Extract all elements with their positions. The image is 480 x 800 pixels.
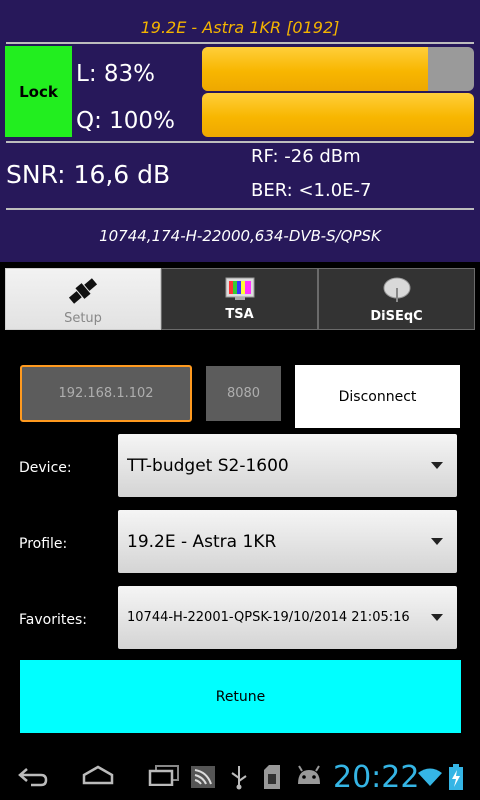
satellite-title: 19.2E - Astra 1KR [0192]	[140, 18, 340, 37]
android-debug-icon	[298, 765, 320, 784]
tab-diseqc[interactable]: DiSEqC	[318, 268, 475, 330]
signal-app-icon	[191, 766, 215, 788]
home-icon[interactable]	[82, 765, 114, 785]
favorites-label: Favorites:	[19, 612, 87, 628]
favorites-select-value: 10744-H-22001-QPSK-19/10/2014 21:05:16	[127, 610, 410, 625]
usb-icon	[231, 766, 247, 790]
tab-setup[interactable]: Setup	[5, 268, 161, 330]
tab-tsa[interactable]: TSA	[161, 268, 318, 330]
ip-address-input[interactable]	[20, 365, 192, 422]
quality-label: Q: 100%	[76, 108, 175, 134]
dish-icon	[383, 277, 410, 302]
recent-apps-icon[interactable]	[148, 764, 180, 786]
rf-readout: RF: -26 dBm	[251, 146, 361, 167]
favorites-select[interactable]: 10744-H-22001-QPSK-19/10/2014 21:05:16	[118, 586, 457, 649]
device-select[interactable]: TT-budget S2-1600	[118, 434, 457, 497]
profile-select-value: 19.2E - Astra 1KR	[127, 531, 277, 552]
divider	[6, 42, 474, 44]
divider	[6, 208, 474, 210]
retune-button[interactable]: Retune	[20, 660, 461, 733]
ber-readout: BER: <1.0E-7	[251, 180, 372, 201]
level-label: L: 83%	[76, 61, 155, 87]
lock-indicator: Lock	[5, 46, 72, 137]
tab-setup-label: Setup	[64, 311, 102, 326]
device-select-value: TT-budget S2-1600	[127, 455, 289, 476]
tab-tsa-label: TSA	[225, 307, 254, 322]
quality-bar	[202, 93, 474, 137]
wifi-icon	[418, 768, 442, 786]
clock: 20:22	[333, 760, 420, 795]
divider	[6, 141, 474, 143]
profile-select[interactable]: 19.2E - Astra 1KR	[118, 510, 457, 573]
back-icon[interactable]	[17, 765, 49, 787]
level-bar-fill	[202, 47, 428, 91]
chevron-down-icon	[431, 614, 443, 621]
port-input[interactable]	[206, 366, 281, 421]
level-bar	[202, 47, 474, 91]
satellite-icon	[68, 278, 98, 304]
quality-bar-fill	[202, 93, 474, 137]
disconnect-button[interactable]: Disconnect	[295, 365, 460, 428]
device-label: Device:	[19, 460, 72, 476]
battery-charging-icon	[449, 764, 463, 790]
chevron-down-icon	[431, 462, 443, 469]
tab-diseqc-label: DiSEqC	[370, 309, 423, 324]
profile-label: Profile:	[19, 536, 68, 552]
sd-card-icon	[264, 765, 280, 789]
tv-monitor-icon	[225, 277, 254, 300]
transponder-info: 10744,174-H-22000,634-DVB-S/QPSK	[99, 227, 381, 245]
chevron-down-icon	[431, 538, 443, 545]
snr-readout: SNR: 16,6 dB	[6, 160, 171, 189]
